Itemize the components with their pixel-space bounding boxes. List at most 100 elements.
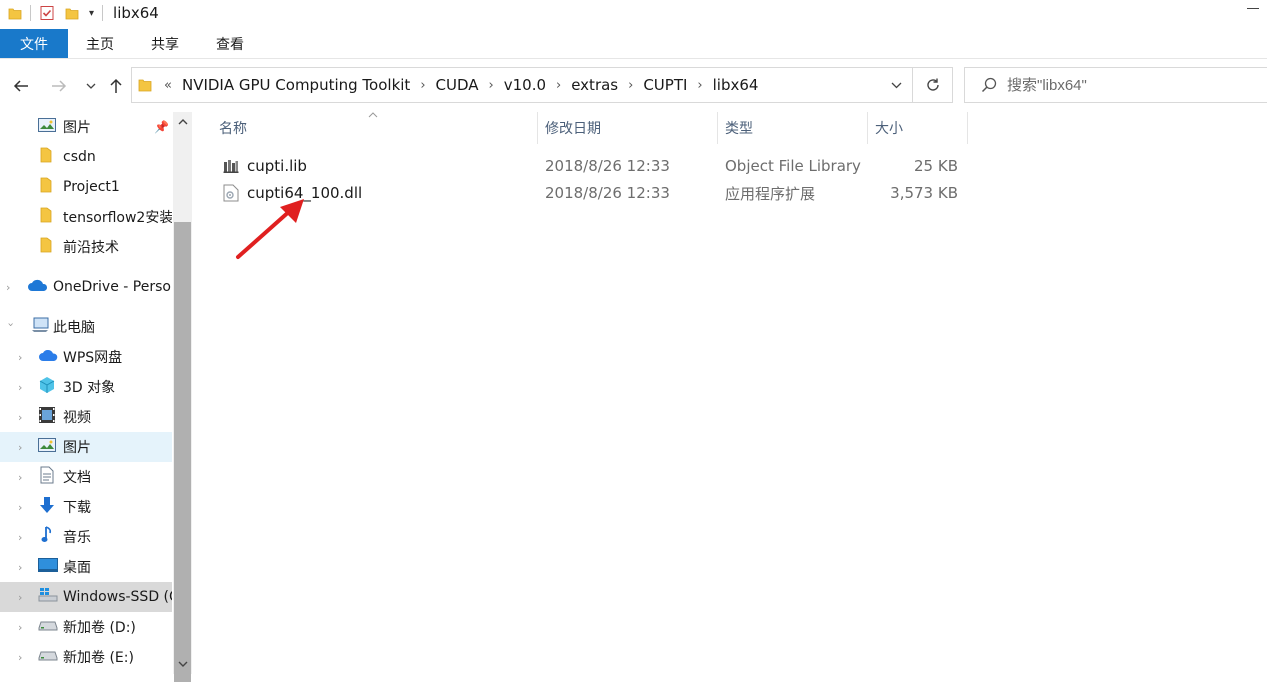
column-divider[interactable] <box>967 112 968 144</box>
sidebar-item-label: Windows-SSD (C:) <box>63 589 172 605</box>
file-list-header: 名称 修改日期 类型 大小 <box>205 112 975 144</box>
chevron-down-icon <box>891 82 902 88</box>
recent-locations-button[interactable] <box>78 73 104 99</box>
breadcrumb-separator-icon[interactable]: › <box>483 78 500 93</box>
chevron-right-icon[interactable]: › <box>18 471 28 484</box>
sidebar-item-label: 此电脑 <box>53 320 95 336</box>
breadcrumb-separator-icon[interactable]: › <box>691 78 708 93</box>
sidebar-item-wps-drive[interactable]: › WPS网盘 <box>0 342 172 372</box>
sidebar-item-downloads[interactable]: › 下载 <box>0 492 172 522</box>
chevron-right-icon[interactable]: › <box>18 531 28 544</box>
annotation-arrow-icon <box>236 199 304 259</box>
breadcrumb-item[interactable]: v10.0 <box>500 76 550 94</box>
back-button[interactable] <box>8 73 34 99</box>
chevron-right-icon[interactable]: › <box>18 441 28 454</box>
breadcrumb-item[interactable]: CUPTI <box>639 76 691 94</box>
file-name: cupti.lib <box>247 157 307 175</box>
sidebar-item-onedrive[interactable]: › OneDrive - Personal <box>0 272 172 302</box>
sidebar-item-label: OneDrive - Personal <box>53 279 172 295</box>
breadcrumb: « NVIDIA GPU Computing Toolkit › CUDA › … <box>158 76 762 94</box>
refresh-button[interactable] <box>913 67 953 103</box>
column-header-type[interactable]: 类型 <box>717 112 867 144</box>
sidebar-item-tensorflow2[interactable]: tensorflow2安装 <box>0 202 172 232</box>
sidebar-item-desktop[interactable]: › 桌面 <box>0 552 172 582</box>
column-header-size[interactable]: 大小 <box>867 112 967 144</box>
sidebar-item-label: 前沿技术 <box>63 240 119 256</box>
breadcrumb-item[interactable]: CUDA <box>432 76 483 94</box>
minimize-icon[interactable] <box>1247 8 1259 9</box>
breadcrumb-overflow[interactable]: « <box>158 78 178 93</box>
breadcrumb-separator-icon[interactable]: › <box>550 78 567 93</box>
sidebar-item-pictures[interactable]: › 图片 <box>0 432 172 462</box>
scroll-down-icon[interactable] <box>173 654 192 674</box>
sidebar-item-label: 新加卷 (D:) <box>63 620 136 636</box>
chevron-right-icon[interactable]: › <box>18 381 28 394</box>
properties-icon[interactable] <box>39 2 55 24</box>
sidebar-item-pictures-pinned[interactable]: 图片 📌 <box>0 112 172 142</box>
chevron-right-icon[interactable]: › <box>18 501 28 514</box>
sort-ascending-icon <box>368 110 378 121</box>
chevron-down-icon[interactable]: › <box>5 322 18 332</box>
breadcrumb-separator-icon[interactable]: › <box>414 78 431 93</box>
file-type: 应用程序扩展 <box>725 184 816 203</box>
file-row[interactable]: cupti64_100.dll 2018/8/26 12:33 应用程序扩展 3… <box>215 180 975 206</box>
sidebar-item-documents[interactable]: › 文档 <box>0 462 172 492</box>
folder-icon <box>40 207 52 227</box>
navigation-pane: 图片 📌 csdn Project1 tensorflow2安装 前沿技术 › … <box>0 112 192 682</box>
lib-file-icon <box>223 158 247 174</box>
breadcrumb-separator-icon[interactable]: › <box>622 78 639 93</box>
window-title: libx64 <box>113 4 159 22</box>
breadcrumb-item[interactable]: extras <box>567 76 622 94</box>
chevron-right-icon[interactable]: › <box>18 561 28 574</box>
sidebar-item-this-pc[interactable]: › 此电脑 <box>0 312 172 342</box>
sidebar-item-csdn[interactable]: csdn <box>0 142 172 172</box>
chevron-right-icon[interactable]: › <box>18 351 28 364</box>
sidebar-item-label: tensorflow2安装 <box>63 210 172 226</box>
file-date: 2018/8/26 12:33 <box>545 157 670 175</box>
sidebar-item-project1[interactable]: Project1 <box>0 172 172 202</box>
chevron-right-icon[interactable]: › <box>18 591 28 604</box>
address-history-button[interactable] <box>880 67 913 103</box>
navigation-scrollbar[interactable] <box>173 112 192 682</box>
chevron-right-icon[interactable]: › <box>18 621 28 634</box>
tab-view[interactable]: 查看 <box>198 29 262 58</box>
tab-home[interactable]: 主页 <box>68 29 132 58</box>
downloads-icon <box>39 496 55 518</box>
scrollbar-thumb[interactable] <box>174 222 191 682</box>
scroll-up-icon[interactable] <box>173 112 192 132</box>
sidebar-item-3d-objects[interactable]: › 3D 对象 <box>0 372 172 402</box>
file-row[interactable]: cupti.lib 2018/8/26 12:33 Object File Li… <box>215 153 975 179</box>
chevron-right-icon[interactable]: › <box>18 651 28 664</box>
tab-share[interactable]: 共享 <box>132 29 198 58</box>
chevron-down-icon <box>86 83 96 89</box>
sidebar-item-videos[interactable]: › 视频 <box>0 402 172 432</box>
sidebar-item-label: 图片 <box>63 120 91 136</box>
music-icon <box>41 526 53 548</box>
folder-icon <box>8 2 22 24</box>
tab-file[interactable]: 文件 <box>0 29 68 58</box>
customize-toolbar-icon[interactable]: ▾ <box>89 2 94 24</box>
drive-icon <box>38 619 58 635</box>
forward-button[interactable] <box>46 73 72 99</box>
up-button[interactable] <box>103 73 129 99</box>
new-folder-icon[interactable] <box>65 2 79 24</box>
search-input[interactable] <box>1007 76 1247 94</box>
ribbon-tabs: 文件 主页 共享 查看 <box>0 29 1267 59</box>
column-header-date[interactable]: 修改日期 <box>537 112 717 144</box>
breadcrumb-item[interactable]: libx64 <box>709 76 763 94</box>
search-box[interactable] <box>964 67 1267 103</box>
sidebar-item-drive-e[interactable]: › 新加卷 (E:) <box>0 642 172 672</box>
drive-icon <box>38 649 58 665</box>
sidebar-item-windows-ssd[interactable]: › Windows-SSD (C:) <box>0 582 172 612</box>
address-bar[interactable]: « NVIDIA GPU Computing Toolkit › CUDA › … <box>131 67 913 103</box>
pin-icon[interactable]: 📌 <box>154 120 169 134</box>
sidebar-item-label: Project1 <box>63 179 120 195</box>
sidebar-item-label: 文档 <box>63 470 91 486</box>
breadcrumb-item[interactable]: NVIDIA GPU Computing Toolkit <box>178 76 414 94</box>
chevron-right-icon[interactable]: › <box>18 411 28 424</box>
folder-icon <box>138 77 152 93</box>
sidebar-item-drive-d[interactable]: › 新加卷 (D:) <box>0 612 172 642</box>
sidebar-item-frontier-tech[interactable]: 前沿技术 <box>0 232 172 262</box>
chevron-right-icon[interactable]: › <box>6 281 16 294</box>
sidebar-item-music[interactable]: › 音乐 <box>0 522 172 552</box>
